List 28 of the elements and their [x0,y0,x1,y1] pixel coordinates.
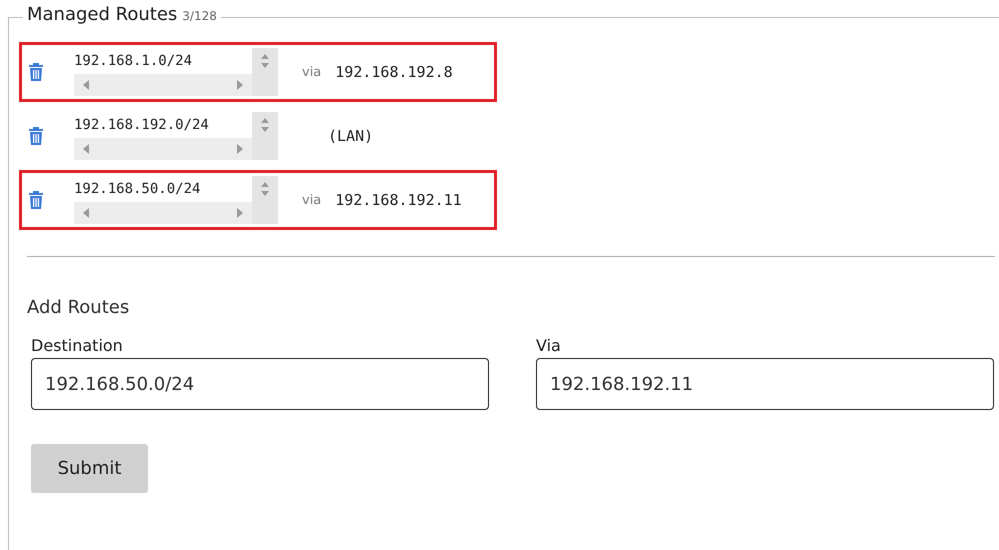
field-label: Via [536,336,562,355]
via-label: via [302,192,322,208]
spinner-icon[interactable] [260,53,270,69]
route-field[interactable]: 192.168.50.0/24 [74,176,278,224]
lan-text: (LAN) [328,127,374,145]
trash-icon[interactable] [28,191,44,209]
input-field[interactable]: 192.168.192.11 [536,358,994,410]
scroll-right-icon[interactable] [236,144,244,154]
spinner-icon[interactable] [260,181,270,197]
section-title: Managed Routes [27,4,178,25]
route-field[interactable]: 192.168.192.0/24 [74,112,278,160]
scroll-right-icon[interactable] [236,208,244,218]
route-count: 3/128 [182,9,217,23]
input-field[interactable]: 192.168.50.0/24 [31,358,489,410]
scroll-left-icon[interactable] [82,144,90,154]
route-field[interactable]: 192.168.1.0/24 [74,48,278,96]
spinner-icon[interactable] [260,117,270,133]
scroll-right-icon[interactable] [236,80,244,90]
gateway-text: 192.168.192.8 [335,63,453,81]
trash-icon[interactable] [28,63,44,81]
via-label: via [302,64,322,80]
trash-icon[interactable] [28,127,44,145]
scroll-left-icon[interactable] [82,80,90,90]
section-title: Add Routes [27,297,130,318]
gateway-text: 192.168.192.11 [335,191,462,209]
scroll-left-icon[interactable] [82,208,90,218]
submit-button[interactable]: Submit [31,444,148,493]
field-label: Destination [31,336,124,355]
